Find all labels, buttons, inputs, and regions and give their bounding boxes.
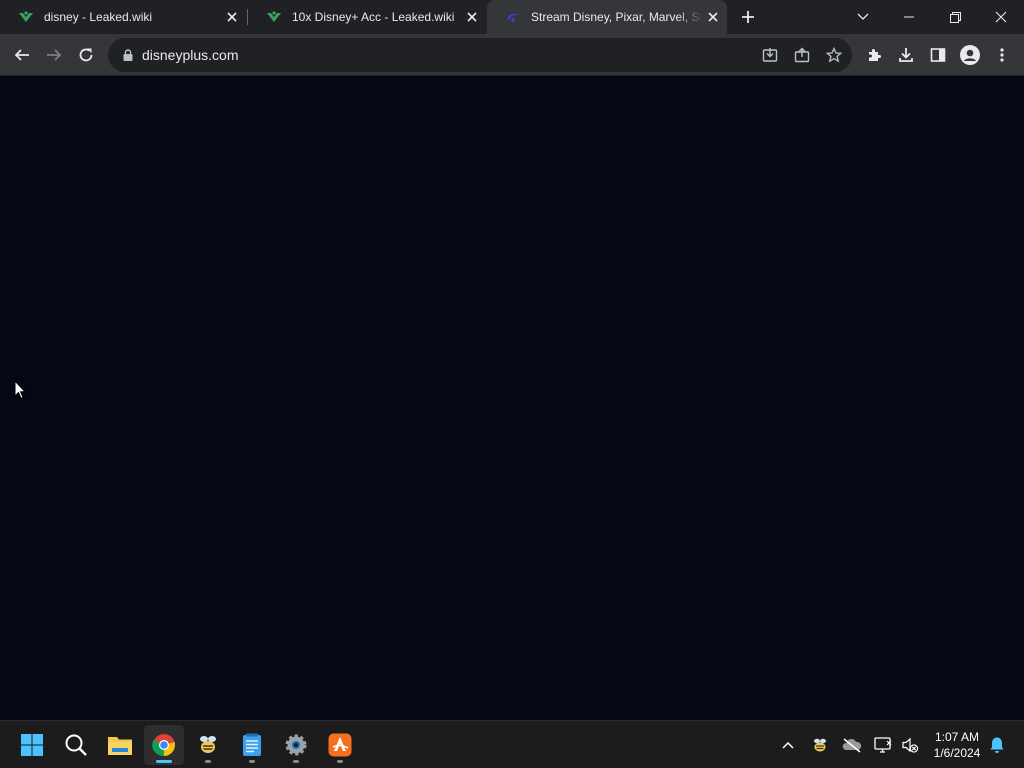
install-app-icon[interactable] (758, 43, 782, 67)
side-panel-icon[interactable] (922, 39, 954, 71)
chrome-icon[interactable] (144, 725, 184, 765)
active-app-indicator (156, 760, 172, 763)
running-app-indicator (293, 760, 299, 763)
address-bar[interactable]: disneyplus.com (108, 38, 852, 72)
extensions-icon[interactable] (858, 39, 890, 71)
search-icon[interactable] (56, 725, 96, 765)
start-button[interactable] (12, 725, 52, 765)
network-icon[interactable] (872, 733, 896, 757)
profile-avatar-icon[interactable] (954, 39, 986, 71)
settings-gear-icon[interactable] (276, 725, 316, 765)
restore-button[interactable] (932, 0, 978, 34)
system-clock[interactable]: 1:07 AM 1/6/2024 (924, 729, 990, 761)
back-button[interactable] (6, 39, 38, 71)
tab-title: Stream Disney, Pixar, Marvel, Star Wars,… (531, 10, 703, 24)
disney-plus-icon (505, 9, 521, 25)
tab-disney-plus[interactable]: Stream Disney, Pixar, Marvel, Star Wars,… (487, 0, 727, 34)
bee-app-icon[interactable] (188, 725, 228, 765)
mouse-cursor-icon (14, 379, 27, 400)
running-app-indicator (205, 760, 211, 763)
leaked-wiki-icon (18, 9, 34, 25)
downloads-icon[interactable] (890, 39, 922, 71)
new-tab-button[interactable] (734, 5, 762, 29)
forward-button[interactable] (38, 39, 70, 71)
speaker-muted-icon[interactable] (898, 733, 922, 757)
close-tab-icon[interactable] (222, 7, 242, 27)
notepad-icon[interactable] (232, 725, 272, 765)
address-text[interactable]: disneyplus.com (142, 47, 239, 63)
bookmark-star-icon[interactable] (822, 43, 846, 67)
running-app-indicator (337, 760, 343, 763)
lock-icon[interactable] (120, 47, 136, 63)
reload-button[interactable] (70, 39, 102, 71)
clock-date: 1/6/2024 (933, 746, 981, 760)
tab-leaked-wiki-disney[interactable]: disney - Leaked.wiki (0, 0, 246, 34)
tab-title: 10x Disney+ Acc - Leaked.wiki (292, 10, 455, 24)
close-window-button[interactable] (978, 0, 1024, 34)
close-tab-icon[interactable] (703, 7, 723, 27)
close-tab-icon[interactable] (462, 7, 482, 27)
onedrive-offline-icon[interactable] (840, 733, 864, 757)
notification-bell-icon[interactable] (985, 733, 1009, 757)
tab-strip: disney - Leaked.wiki 10x Disney+ Acc - L… (0, 0, 1024, 34)
file-explorer-icon[interactable] (100, 725, 140, 765)
taskbar: 1:07 AM 1/6/2024 (0, 720, 1024, 768)
minimize-button[interactable] (886, 0, 932, 34)
bee-tray-icon[interactable] (808, 733, 832, 757)
running-app-indicator (249, 760, 255, 763)
tab-search-button[interactable] (840, 0, 886, 34)
clock-time: 1:07 AM (934, 730, 980, 744)
browser-toolbar: disneyplus.com (0, 34, 1024, 76)
show-hidden-icons-chevron-up-icon[interactable] (776, 733, 800, 757)
avast-app-icon[interactable] (320, 725, 360, 765)
web-page-content[interactable] (0, 77, 1024, 720)
tab-leaked-wiki-10x[interactable]: 10x Disney+ Acc - Leaked.wiki (248, 0, 486, 34)
share-icon[interactable] (790, 43, 814, 67)
tab-title: disney - Leaked.wiki (44, 10, 153, 24)
leaked-wiki-icon (266, 9, 282, 25)
more-menu-icon[interactable] (986, 39, 1018, 71)
